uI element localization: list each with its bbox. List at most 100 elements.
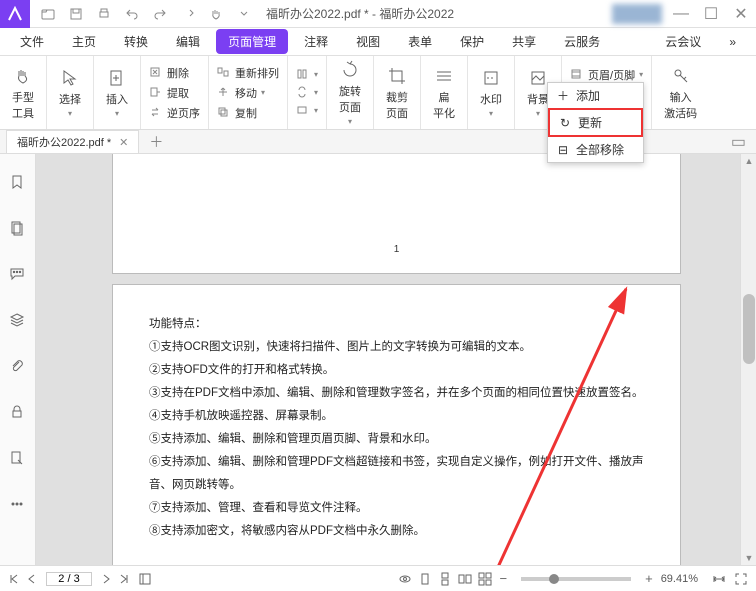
fullscreen-icon[interactable] xyxy=(734,572,748,586)
add-tab-button[interactable]: ＋ xyxy=(149,132,163,152)
last-page-icon[interactable] xyxy=(118,573,130,585)
redo-icon[interactable] xyxy=(146,0,174,28)
chevron-down-icon: ▾ xyxy=(314,70,318,79)
reverse-icon xyxy=(149,106,163,120)
insert-button[interactable]: 插入 ▾ xyxy=(100,65,134,120)
overflow-icon[interactable]: » xyxy=(717,31,748,53)
zoom-slider-knob[interactable] xyxy=(549,574,559,584)
tab-label: 福昕办公2022.pdf * xyxy=(17,134,111,150)
close-button[interactable]: ✕ xyxy=(726,0,756,28)
menu-protect[interactable]: 保护 xyxy=(448,29,496,54)
rearrange-button[interactable]: 重新排列 xyxy=(215,64,281,82)
signature-icon[interactable] xyxy=(9,450,27,468)
menu-home[interactable]: 主页 xyxy=(60,29,108,54)
key-icon xyxy=(670,65,692,87)
hand-icon[interactable] xyxy=(202,0,230,28)
print-icon[interactable] xyxy=(90,0,118,28)
user-avatar-blurred[interactable] xyxy=(612,4,662,24)
copy-label: 复制 xyxy=(235,105,257,121)
scrollbar-thumb[interactable] xyxy=(743,294,755,364)
more-icon[interactable] xyxy=(230,0,258,28)
doc-line: ④支持手机放映遥控器、屏幕录制。 xyxy=(149,405,644,428)
close-tab-icon[interactable]: ✕ xyxy=(119,136,128,149)
comment-icon[interactable] xyxy=(9,266,27,284)
minimize-button[interactable]: — xyxy=(666,0,696,28)
pages-icon[interactable] xyxy=(9,220,27,238)
chevron-down-icon: ▾ xyxy=(115,109,119,118)
continuous-icon[interactable] xyxy=(438,572,452,586)
next-page-icon[interactable] xyxy=(100,573,112,585)
layers-icon[interactable] xyxy=(9,312,27,330)
dropdown-remove-all[interactable]: ⊟ 全部移除 xyxy=(548,137,643,162)
flatten-icon xyxy=(433,65,455,87)
attachment-icon[interactable] xyxy=(9,358,27,376)
document-viewport[interactable]: 1 功能特点： ①支持OCR图文识别，快速将扫描件、图片上的文字转换为可编辑的文… xyxy=(36,154,740,565)
zoom-in-button[interactable]: + xyxy=(645,571,653,586)
rearrange-label: 重新排列 xyxy=(235,65,279,81)
header-footer-button[interactable]: 页眉/页脚▾ xyxy=(568,66,645,84)
menu-form[interactable]: 表单 xyxy=(396,29,444,54)
doc-line: ⑤支持添加、编辑、删除和管理页眉页脚、背景和水印。 xyxy=(149,428,644,451)
menu-share[interactable]: 共享 xyxy=(500,29,548,54)
first-page-icon[interactable] xyxy=(8,573,20,585)
flatten-button[interactable]: 扁 平化 xyxy=(427,63,461,123)
menu-page-management[interactable]: 页面管理 xyxy=(216,29,288,54)
menu-convert[interactable]: 转换 xyxy=(112,29,160,54)
hand-tool-button[interactable]: 手型 工具 xyxy=(6,63,40,123)
reverse-button[interactable]: 逆页序 xyxy=(147,104,202,122)
doc-line: ②支持OFD文件的打开和格式转换。 xyxy=(149,359,644,382)
activation-button[interactable]: 输入 激活码 xyxy=(658,63,703,123)
replace-button[interactable]: ▾ xyxy=(294,85,320,101)
move-button[interactable]: 移动▾ xyxy=(215,84,281,102)
undo-icon[interactable] xyxy=(118,0,146,28)
delete-button[interactable]: 删除 xyxy=(147,64,202,82)
bookmark-icon[interactable] xyxy=(9,174,27,192)
page-number-input[interactable] xyxy=(46,572,92,586)
reverse-label: 逆页序 xyxy=(167,105,200,121)
doc-line: ⑥支持添加、编辑、删除和管理PDF文档超链接和书签，实现自定义操作，例如打开文件… xyxy=(149,451,644,497)
zoom-out-button[interactable]: − xyxy=(500,571,508,586)
security-icon[interactable] xyxy=(9,404,27,422)
dropdown-update[interactable]: ↻ 更新 xyxy=(548,108,643,137)
collapse-sidebar-icon[interactable] xyxy=(138,572,152,586)
menu-meeting[interactable]: 云会议 xyxy=(653,29,713,54)
rotate-button[interactable]: 旋转 页面 ▾ xyxy=(333,57,367,128)
watermark-button[interactable]: 水印 ▾ xyxy=(474,65,508,120)
menu-view[interactable]: 视图 xyxy=(344,29,392,54)
undo-dropdown-icon[interactable] xyxy=(174,0,202,28)
chevron-down-icon: ▾ xyxy=(68,109,72,118)
vertical-scrollbar[interactable]: ▲ ▼ xyxy=(740,154,756,565)
chevron-down-icon: ▾ xyxy=(489,109,493,118)
scroll-up-icon[interactable]: ▲ xyxy=(741,154,756,168)
menu-edit[interactable]: 编辑 xyxy=(164,29,212,54)
menu-file[interactable]: 文件 xyxy=(8,29,56,54)
extract-button[interactable]: 提取 xyxy=(147,84,202,102)
menu-annotate[interactable]: 注释 xyxy=(292,29,340,54)
split-button[interactable]: ▾ xyxy=(294,67,320,83)
refresh-icon: ↻ xyxy=(558,116,572,130)
maximize-button[interactable]: ☐ xyxy=(696,0,726,28)
document-tab[interactable]: 福昕办公2022.pdf * ✕ xyxy=(6,130,139,153)
watermark-label: 水印 xyxy=(480,91,502,107)
scroll-down-icon[interactable]: ▼ xyxy=(741,551,756,565)
facing-icon[interactable] xyxy=(458,572,472,586)
tab-list-icon[interactable]: ▭ xyxy=(731,132,746,152)
hand-tool-label: 手型 工具 xyxy=(12,89,34,121)
header-footer-dropdown: ＋ 添加 ↻ 更新 ⊟ 全部移除 xyxy=(547,82,644,163)
open-icon[interactable] xyxy=(34,0,62,28)
prev-page-icon[interactable] xyxy=(26,573,38,585)
read-mode-icon[interactable] xyxy=(398,572,412,586)
copy-button[interactable]: 复制 xyxy=(215,104,281,122)
merge-button[interactable]: ▾ xyxy=(294,103,320,119)
menu-cloud[interactable]: 云服务 xyxy=(552,29,612,54)
select-button[interactable]: 选择 ▾ xyxy=(53,65,87,120)
zoom-slider[interactable] xyxy=(521,577,631,581)
more-tools-icon[interactable] xyxy=(9,496,27,514)
window-title: 福昕办公2022.pdf * - 福昕办公2022 xyxy=(266,5,454,22)
single-page-icon[interactable] xyxy=(418,572,432,586)
dropdown-add[interactable]: ＋ 添加 xyxy=(548,83,643,108)
continuous-facing-icon[interactable] xyxy=(478,572,492,586)
fit-width-icon[interactable] xyxy=(712,572,726,586)
crop-button[interactable]: 裁剪 页面 xyxy=(380,63,414,123)
save-icon[interactable] xyxy=(62,0,90,28)
